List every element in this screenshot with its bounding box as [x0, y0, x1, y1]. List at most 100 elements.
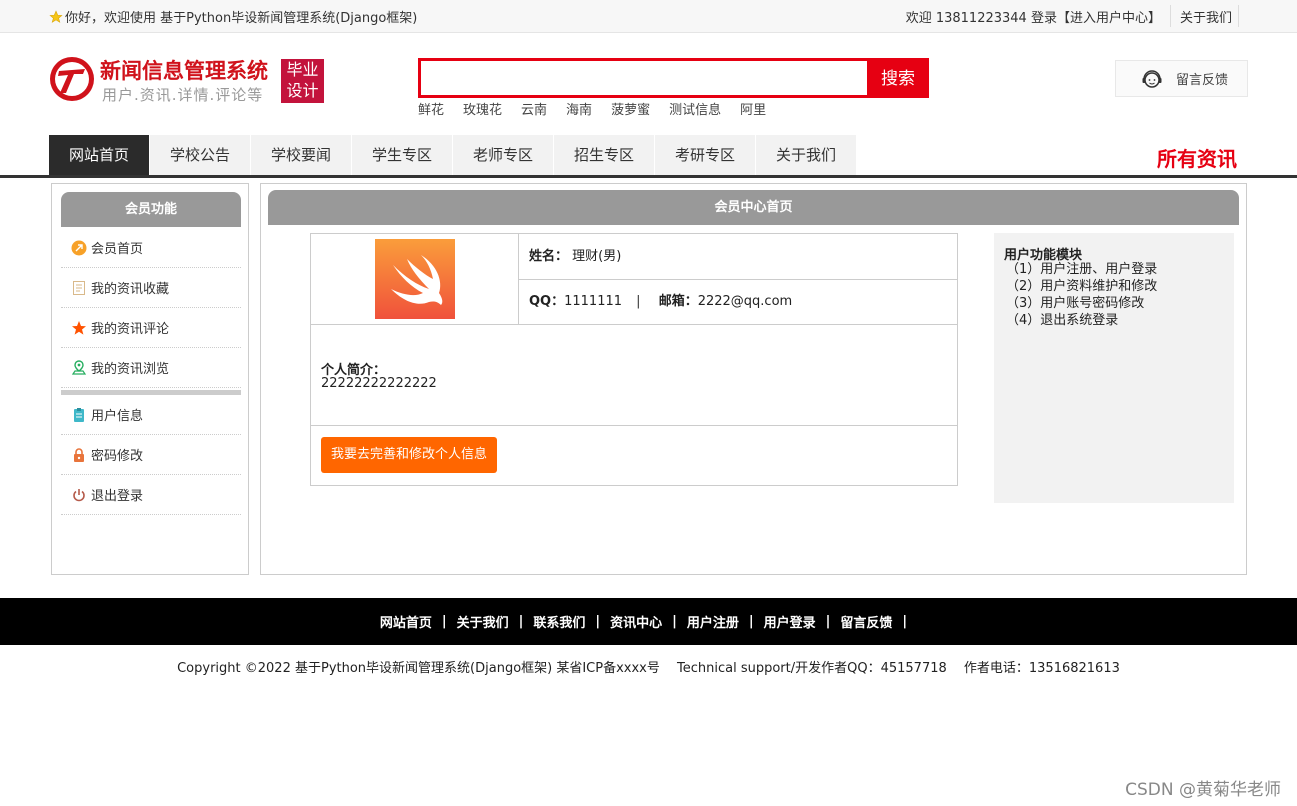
footer-link-register[interactable]: 用户注册 — [687, 612, 739, 631]
member-sidebar: 会员功能 会员首页 我的资讯收藏 我的资讯评论 我的资讯浏览 用户信息 密码修改 — [51, 183, 249, 575]
name-row: 姓名： 理财(男) — [519, 234, 957, 280]
star-icon — [49, 9, 63, 23]
sidebar-menu: 会员首页 我的资讯收藏 我的资讯评论 我的资讯浏览 用户信息 密码修改 退出登录 — [61, 228, 241, 515]
sidebar-item-user-info[interactable]: 用户信息 — [61, 395, 241, 435]
hot-keyword[interactable]: 测试信息 — [669, 99, 721, 118]
avatar-cell — [311, 234, 519, 325]
name-value: 理财(男) — [572, 249, 622, 264]
footer-links: 网站首页 | 关于我们 | 联系我们 | 资讯中心 | 用户注册 | 用户登录 | 留言反馈… — [0, 598, 1297, 645]
sidebar-item-label: 用户信息 — [91, 409, 144, 424]
profile-card: 姓名： 理财(男) QQ：1111111 | 邮箱：2222@qq.com 个人… — [310, 233, 958, 486]
copyright: Copyright ©2022 基于Python毕设新闻管理系统(Django框… — [177, 661, 1120, 676]
sidebar-item-logout[interactable]: 退出登录 — [61, 475, 241, 515]
hot-keyword[interactable]: 鲜花 — [418, 99, 444, 118]
nav-item-postgrad[interactable]: 考研专区 — [655, 135, 756, 175]
sidebar-item-label: 我的资讯评论 — [91, 322, 170, 337]
search-input[interactable] — [418, 58, 876, 98]
footer-link-label: 资讯中心 — [610, 616, 663, 631]
star-icon — [72, 320, 86, 335]
modules-list: （1）用户注册、用户登录 （2）用户资料维护和修改 （3）用户账号密码修改 （4… — [1006, 261, 1157, 329]
contact-row: QQ：1111111 | 邮箱：2222@qq.com — [519, 279, 957, 325]
footer-link-label: 用户注册 — [686, 616, 739, 631]
footer-link-label: 网站首页 — [379, 616, 432, 631]
divider — [1169, 5, 1171, 27]
sidebar-item-label: 我的资讯浏览 — [91, 362, 170, 377]
panel-title: 会员中心首页 — [268, 190, 1239, 225]
footer-link-label: 留言反馈 — [840, 616, 893, 631]
intro-value: 22222222222222 — [321, 376, 437, 391]
top-bar: 你好，欢迎使用 基于Python毕设新闻管理系统(Django框架) 欢迎 13… — [0, 0, 1297, 33]
sidebar-item-member-home[interactable]: 会员首页 — [61, 228, 241, 268]
lock-icon — [74, 447, 84, 462]
hot-keyword[interactable]: 玫瑰花 — [463, 99, 502, 118]
email-label: 邮箱： — [658, 294, 698, 309]
greeting-text: 你好，欢迎使用 基于Python毕设新闻管理系统(Django框架) — [65, 11, 418, 26]
nav-item-admission[interactable]: 招生专区 — [554, 135, 655, 175]
footer-link-label: 关于我们 — [456, 616, 509, 631]
watermark: CSDN @黄菊华老师 — [1125, 780, 1281, 800]
footer-link-news-center[interactable]: 资讯中心 — [610, 612, 662, 631]
badge-line: 毕业 — [286, 60, 319, 79]
sidebar-item-password[interactable]: 密码修改 — [61, 435, 241, 475]
name-field: 姓名： 理财(男) — [529, 234, 621, 279]
nav-item-teachers[interactable]: 老师专区 — [453, 135, 554, 175]
site-logo[interactable]: 新闻信息管理系统 用户.资讯.详情.评论等 毕业 设计 — [49, 56, 325, 106]
hot-keyword[interactable]: 菠萝蜜 — [611, 99, 650, 118]
intro-section: 个人简介： 22222222222222 — [311, 325, 957, 426]
contact-field: QQ：1111111 | 邮箱：2222@qq.com — [529, 279, 792, 324]
all-news-link[interactable]: 所有资讯 — [1157, 143, 1237, 172]
sidebar-item-favorites[interactable]: 我的资讯收藏 — [61, 268, 241, 308]
divider — [1238, 5, 1239, 27]
location-icon — [71, 359, 87, 375]
nav-item-notice[interactable]: 学校公告 — [150, 135, 251, 175]
welcome-text: 欢迎 13811223344 登录 — [905, 10, 1057, 26]
footer-separator: | — [518, 614, 524, 629]
nav-item-home[interactable]: 网站首页 — [49, 135, 150, 175]
feedback-button[interactable]: 留言反馈 — [1115, 60, 1248, 97]
footer-link-feedback[interactable]: 留言反馈 — [840, 612, 892, 631]
top-user-area: 欢迎 13811223344 登录 【进入用户中心】 关于我们 — [906, 0, 1239, 32]
sidebar-item-label: 密码修改 — [91, 449, 144, 464]
footer-separator: | — [595, 614, 601, 629]
footer-link-login[interactable]: 用户登录 — [764, 612, 816, 631]
footer-separator: | — [825, 614, 831, 629]
footer-link-home[interactable]: 网站首页 — [380, 612, 432, 631]
footer-separator: | — [748, 614, 754, 629]
footer-link-contact[interactable]: 联系我们 — [533, 612, 585, 631]
email-value: 2222@qq.com — [697, 294, 793, 309]
hot-keyword[interactable]: 云南 — [521, 99, 547, 118]
about-link[interactable]: 关于我们 — [1180, 7, 1236, 26]
logo-title: 新闻信息管理系统 — [100, 59, 268, 83]
nav-item-news[interactable]: 学校要闻 — [251, 135, 352, 175]
footer-link-label: 用户登录 — [763, 616, 816, 631]
sidebar-item-comments[interactable]: 我的资讯评论 — [61, 308, 241, 348]
document-icon — [73, 280, 85, 295]
footer-separator: | — [902, 614, 908, 629]
search-bar: 搜索 — [418, 58, 929, 98]
nav-underline — [0, 175, 1297, 178]
home-icon — [71, 240, 87, 255]
hot-keyword[interactable]: 阿里 — [740, 99, 766, 118]
edit-profile-button[interactable]: 我要去完善和修改个人信息 — [321, 437, 498, 473]
sidebar-item-history[interactable]: 我的资讯浏览 — [61, 348, 241, 388]
logo-icon — [50, 57, 94, 101]
hot-keyword[interactable]: 海南 — [566, 99, 592, 118]
search-button[interactable]: 搜索 — [867, 58, 929, 98]
user-center-link[interactable]: 【进入用户中心】 — [1057, 7, 1161, 26]
footer-link-about[interactable]: 关于我们 — [457, 612, 509, 631]
function-modules-box: 用户功能模块 （1）用户注册、用户登录 （2）用户资料维护和修改 （3）用户账号… — [994, 233, 1234, 503]
qq-value: 1111111 — [564, 294, 623, 309]
qq-label: QQ： — [529, 294, 565, 309]
member-main-panel: 会员中心首页 姓名： 理财(男) QQ：1111111 | 邮箱：2222@qq… — [260, 183, 1247, 575]
nav-item-students[interactable]: 学生专区 — [352, 135, 453, 175]
nav-item-about[interactable]: 关于我们 — [756, 135, 857, 175]
sidebar-item-label: 我的资讯收藏 — [91, 282, 170, 297]
module-item: （1）用户注册、用户登录 — [1006, 262, 1158, 277]
footer-separator: | — [441, 614, 447, 629]
contact-divider: | — [636, 294, 641, 309]
hot-keywords: 鲜花 玫瑰花 云南 海南 菠萝蜜 测试信息 阿里 — [418, 99, 785, 118]
badge-line: 设计 — [286, 81, 319, 100]
footer-link-label: 联系我们 — [533, 616, 586, 631]
footer-separator: | — [672, 614, 677, 629]
module-item: （4）退出系统登录 — [1006, 313, 1119, 328]
